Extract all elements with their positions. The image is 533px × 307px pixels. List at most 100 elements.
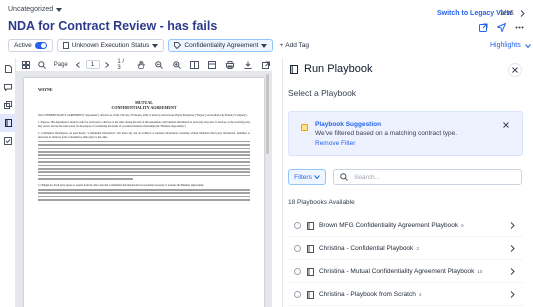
open-in-new-icon[interactable]	[260, 58, 272, 72]
playbook-name: Christina - Playbook from Scratch	[319, 291, 416, 298]
dismiss-suggestion-icon[interactable]	[503, 122, 509, 128]
playbook-icon	[290, 64, 298, 74]
playbook-name: Christina - Confidential Playbook	[319, 245, 414, 252]
highlights-label: Highlights	[490, 42, 521, 49]
workspace-dropdown[interactable]: Uncategorized	[8, 6, 63, 13]
active-status-chip[interactable]: Active	[8, 39, 53, 52]
add-tag-label: Add Tag	[285, 42, 309, 49]
document-pager: 1/16	[500, 10, 525, 17]
page-number-input[interactable]: 1	[85, 60, 100, 69]
active-status-label: Active	[14, 42, 32, 49]
filters-button[interactable]: Filters	[288, 169, 326, 185]
tag-icon	[174, 42, 182, 49]
layout-icon[interactable]	[206, 58, 218, 72]
document-meta-toolbar: Active Unknown Execution Status Confiden…	[8, 39, 309, 52]
playbook-row[interactable]: Christina - Confidential Playbook 3	[288, 238, 523, 260]
playbook-radio[interactable]	[294, 268, 301, 275]
close-icon[interactable]	[508, 63, 522, 77]
comments-icon[interactable]	[0, 78, 16, 96]
document-scrollbar[interactable]	[266, 74, 269, 154]
playbook-row[interactable]: Brown MFG Confidentiality Agreement Play…	[288, 215, 523, 237]
section-obligations: 3. Obligations. Each party agrees to req…	[38, 183, 205, 187]
page-label: Page	[53, 61, 68, 68]
chevron-right-icon	[510, 268, 515, 275]
more-options-icon[interactable]	[514, 22, 524, 32]
caret-down-icon	[261, 43, 268, 48]
agreement-title: MUTUAL CONFIDENTIALITY AGREEMENT	[38, 100, 250, 110]
playbook-count-badge: 3	[416, 246, 419, 251]
thumbnails-icon[interactable]	[20, 58, 32, 72]
chevron-right-icon	[510, 291, 515, 298]
playbook-row[interactable]: Christina - Mutual Confidentiality Agree…	[288, 261, 523, 283]
suggestion-description: We've filtered based on a matching contr…	[315, 130, 458, 137]
left-rail	[0, 58, 16, 307]
open-external-icon[interactable]	[478, 22, 488, 32]
playbook-count: 18 Playbooks Available	[288, 199, 355, 206]
playbook-icon[interactable]	[0, 114, 16, 132]
add-tag-button[interactable]: + Add Tag	[279, 42, 309, 49]
panel-title: Run Playbook	[304, 63, 373, 75]
playbook-icon	[307, 244, 314, 253]
agreement-title-line2: CONFIDENTIALITY AGREEMENT	[111, 105, 177, 110]
playbook-radio[interactable]	[294, 291, 301, 298]
suggestion-title: Playbook Suggestion	[315, 121, 382, 128]
company-logo: WAYNE	[38, 87, 53, 92]
fit-width-icon[interactable]	[189, 58, 201, 72]
next-page-icon[interactable]	[102, 58, 114, 72]
send-icon[interactable]	[496, 22, 506, 32]
agreement-type-dropdown[interactable]: Confidentiality Agreement	[168, 39, 274, 52]
select-playbook-heading: Select a Playbook	[288, 88, 357, 98]
playbook-count-badge: 6	[461, 223, 464, 228]
playbook-count-badge: 10	[477, 269, 483, 274]
chevron-down-icon	[313, 175, 320, 179]
text-lines	[38, 140, 250, 180]
panel-header: Run Playbook	[290, 62, 373, 76]
document-viewer-toolbar: Page 1 1 / 3	[16, 58, 272, 72]
lightbulb-icon	[301, 124, 308, 131]
remove-filter-link[interactable]: Remove Filter	[315, 140, 355, 147]
chevron-right-icon	[510, 222, 515, 229]
zoom-out-icon[interactable]	[153, 58, 165, 72]
highlights-dropdown[interactable]: Highlights	[490, 42, 531, 49]
caret-down-icon	[56, 7, 63, 12]
search-placeholder: Search...	[354, 173, 381, 181]
execution-status-dropdown[interactable]: Unknown Execution Status	[56, 39, 165, 52]
agreement-intro: This CONFIDENTIALITY AGREEMENT ("Agreeme…	[38, 114, 248, 117]
section-purpose: 1. Purpose. This Agreement is made in or…	[38, 121, 250, 128]
text-lines	[38, 188, 250, 201]
playbook-count-badge: 3	[418, 292, 422, 297]
playbook-name: Brown MFG Confidentiality Agreement Play…	[319, 222, 459, 229]
checklist-icon[interactable]	[0, 132, 16, 150]
playbook-name: Christina - Mutual Confidentiality Agree…	[319, 268, 475, 275]
zoom-in-icon[interactable]	[171, 58, 183, 72]
document-canvas: WAYNE MUTUAL CONFIDENTIALITY AGREEMENT T…	[16, 72, 272, 307]
search-icon[interactable]	[36, 58, 48, 72]
playbook-icon	[307, 267, 314, 276]
execution-status-label: Unknown Execution Status	[71, 42, 150, 49]
caret-down-icon	[152, 43, 159, 48]
page-total: 1 / 3	[117, 58, 125, 71]
copy-icon[interactable]	[0, 96, 16, 114]
playbook-row[interactable]: Christina - Playbook from Scratch 3	[288, 284, 523, 306]
plus-icon: +	[279, 42, 284, 49]
previous-page-icon[interactable]	[72, 58, 84, 72]
hand-tool-icon[interactable]	[135, 58, 147, 72]
download-icon[interactable]	[242, 58, 254, 72]
active-toggle[interactable]	[34, 42, 47, 49]
document-view-icon[interactable]	[0, 60, 16, 78]
agreement-type-label: Confidentiality Agreement	[184, 42, 259, 49]
playbook-radio[interactable]	[294, 222, 301, 229]
pager-text: 1/16	[500, 10, 514, 17]
chevron-right-icon	[510, 245, 515, 252]
document-title: NDA for Contract Review - has fails	[8, 19, 218, 33]
document-icon	[62, 42, 69, 49]
playbook-icon	[307, 221, 314, 230]
filters-label: Filters	[294, 173, 312, 181]
playbook-radio[interactable]	[294, 245, 301, 252]
workspace-label: Uncategorized	[8, 6, 54, 13]
playbook-icon	[307, 290, 314, 299]
document-page: WAYNE MUTUAL CONFIDENTIALITY AGREEMENT T…	[24, 78, 264, 307]
playbook-search-input[interactable]: Search...	[333, 169, 522, 185]
print-icon[interactable]	[224, 58, 236, 72]
chevron-right-icon[interactable]	[520, 10, 525, 17]
